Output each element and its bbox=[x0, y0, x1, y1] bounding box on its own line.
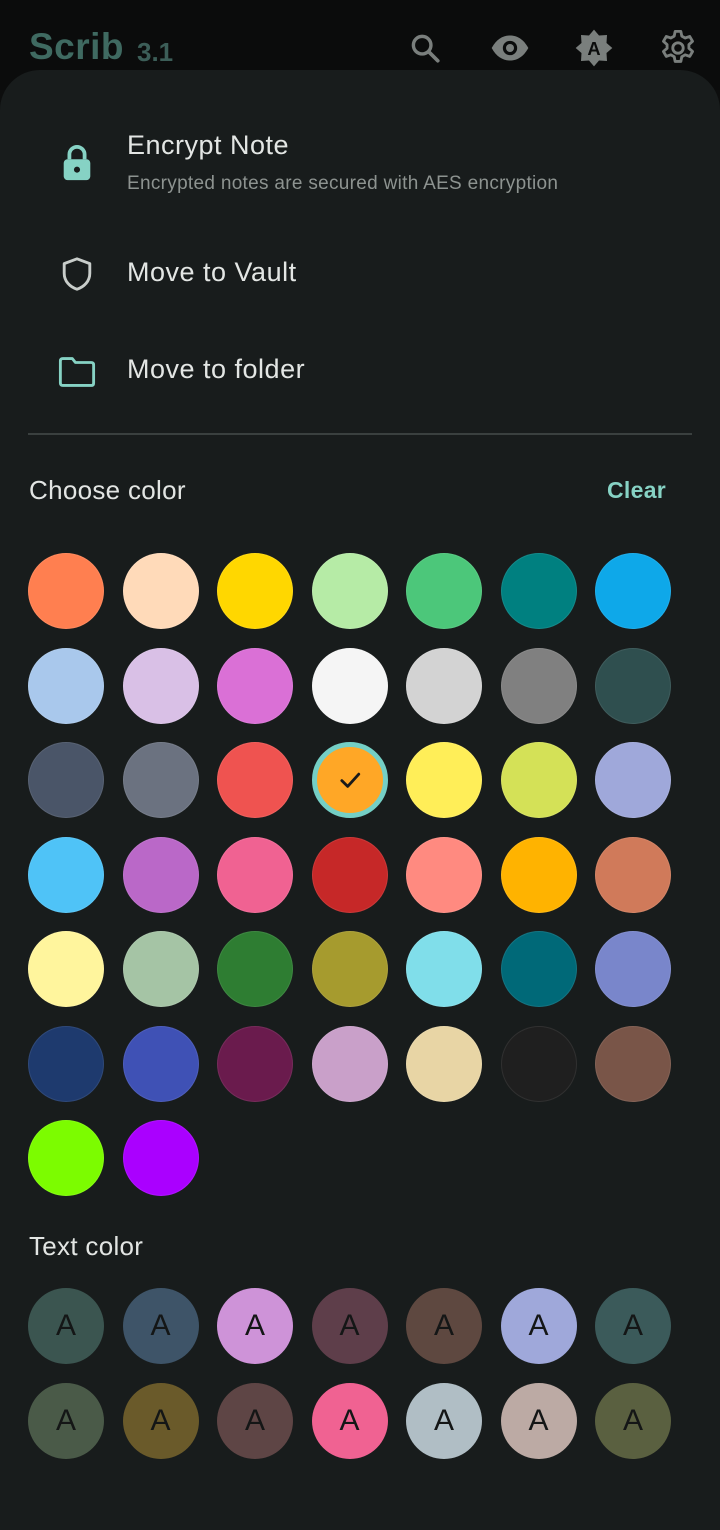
color-swatch[interactable] bbox=[28, 931, 104, 1007]
color-swatch[interactable] bbox=[28, 836, 104, 913]
text-color-title: Text color bbox=[29, 1231, 144, 1261]
text-color-swatch[interactable]: A bbox=[122, 1288, 199, 1364]
text-color-glyph: A bbox=[244, 1309, 265, 1342]
color-swatch[interactable] bbox=[311, 1025, 388, 1102]
color-swatch[interactable] bbox=[500, 553, 577, 629]
color-swatch[interactable] bbox=[311, 836, 388, 913]
color-swatch[interactable] bbox=[217, 1025, 293, 1102]
color-swatch[interactable] bbox=[28, 553, 104, 629]
text-color-glyph: A bbox=[433, 1403, 454, 1437]
color-swatch[interactable] bbox=[500, 742, 577, 818]
color-swatch[interactable] bbox=[28, 1025, 104, 1102]
text-color-swatch[interactable]: A bbox=[406, 1382, 482, 1459]
text-color-glyph: A bbox=[150, 1309, 171, 1342]
folder-icon bbox=[56, 351, 98, 393]
text-color-glyph: A bbox=[528, 1309, 549, 1342]
app-title: Scrib bbox=[29, 26, 125, 67]
color-swatch[interactable] bbox=[500, 931, 577, 1007]
auto-brightness-icon[interactable]: A bbox=[574, 28, 614, 68]
color-swatch[interactable] bbox=[217, 931, 293, 1007]
encrypt-note-label: Encrypt Note bbox=[127, 130, 290, 160]
move-to-folder-label: Move to folder bbox=[127, 354, 306, 384]
lock-icon bbox=[56, 142, 98, 184]
color-swatch[interactable] bbox=[28, 647, 104, 724]
color-swatch[interactable] bbox=[122, 647, 199, 724]
text-color-swatch[interactable]: A bbox=[500, 1382, 577, 1459]
encrypt-note-subtitle: Encrypted notes are secured with AES enc… bbox=[127, 173, 559, 194]
color-swatch[interactable] bbox=[122, 836, 199, 913]
color-swatch[interactable] bbox=[406, 553, 482, 629]
text-color-glyph: A bbox=[622, 1309, 643, 1342]
color-swatch[interactable] bbox=[500, 647, 577, 724]
color-swatch[interactable] bbox=[595, 553, 671, 629]
text-color-swatch[interactable]: A bbox=[28, 1382, 104, 1459]
text-color-glyph: A bbox=[150, 1403, 171, 1437]
color-swatch[interactable] bbox=[406, 836, 482, 913]
color-swatch[interactable] bbox=[406, 1025, 482, 1102]
divider bbox=[28, 433, 692, 435]
color-swatch[interactable] bbox=[500, 836, 577, 913]
text-color-glyph: A bbox=[339, 1403, 360, 1437]
color-swatch[interactable] bbox=[311, 742, 388, 818]
color-swatch[interactable] bbox=[406, 647, 482, 724]
move-to-vault-item[interactable]: Move to Vault bbox=[0, 245, 720, 305]
color-swatch[interactable] bbox=[217, 836, 293, 913]
color-swatch[interactable] bbox=[217, 647, 293, 724]
check-icon bbox=[317, 747, 383, 813]
text-color-glyph: A bbox=[55, 1309, 76, 1342]
color-swatch[interactable] bbox=[406, 742, 482, 818]
text-color-glyph: A bbox=[339, 1309, 360, 1342]
app-version: 3.1 bbox=[137, 37, 174, 67]
text-color-swatch[interactable]: A bbox=[311, 1288, 388, 1364]
shield-icon bbox=[56, 253, 98, 295]
text-color-glyph: A bbox=[528, 1403, 549, 1437]
svg-text:A: A bbox=[587, 38, 600, 59]
color-swatch[interactable] bbox=[595, 1025, 671, 1102]
encrypt-note-item[interactable]: Encrypt Note Encrypted notes are secured… bbox=[0, 120, 720, 210]
color-swatch[interactable] bbox=[122, 1025, 199, 1102]
color-swatch[interactable] bbox=[28, 742, 104, 818]
text-color-swatch[interactable]: A bbox=[311, 1382, 388, 1459]
text-color-swatch[interactable]: A bbox=[595, 1288, 671, 1364]
color-swatch[interactable] bbox=[595, 742, 671, 818]
color-swatch[interactable] bbox=[595, 647, 671, 724]
search-icon[interactable] bbox=[405, 28, 445, 68]
color-swatch[interactable] bbox=[500, 1025, 577, 1102]
move-to-vault-label: Move to Vault bbox=[127, 257, 297, 287]
color-swatch[interactable] bbox=[311, 553, 388, 629]
color-swatch[interactable] bbox=[595, 836, 671, 913]
color-swatch[interactable] bbox=[122, 1120, 199, 1196]
color-swatch[interactable] bbox=[217, 553, 293, 629]
text-color-swatch[interactable]: A bbox=[406, 1288, 482, 1364]
text-color-swatch[interactable]: A bbox=[217, 1288, 293, 1364]
color-swatch[interactable] bbox=[122, 931, 199, 1007]
choose-color-title: Choose color bbox=[29, 475, 186, 505]
color-swatch[interactable] bbox=[406, 931, 482, 1007]
gear-icon[interactable] bbox=[658, 28, 698, 68]
text-color-swatch[interactable]: A bbox=[500, 1288, 577, 1364]
text-color-swatch[interactable]: A bbox=[595, 1382, 671, 1459]
text-color-glyph: A bbox=[55, 1403, 76, 1437]
text-color-glyph: A bbox=[244, 1403, 265, 1437]
color-swatch[interactable] bbox=[122, 742, 199, 818]
color-swatch[interactable] bbox=[595, 931, 671, 1007]
color-swatch[interactable] bbox=[122, 553, 199, 629]
text-color-glyph: A bbox=[433, 1309, 454, 1342]
color-swatch[interactable] bbox=[311, 931, 388, 1007]
color-swatch[interactable] bbox=[311, 647, 388, 724]
text-color-swatch[interactable]: A bbox=[122, 1382, 199, 1459]
eye-icon[interactable] bbox=[490, 28, 530, 68]
text-color-swatch[interactable]: A bbox=[217, 1382, 293, 1459]
clear-button[interactable]: Clear bbox=[607, 477, 666, 504]
color-swatch[interactable] bbox=[28, 1120, 104, 1196]
color-swatch[interactable] bbox=[217, 742, 293, 818]
text-color-swatch[interactable]: A bbox=[28, 1288, 104, 1364]
move-to-folder-item[interactable]: Move to folder bbox=[0, 342, 720, 402]
text-color-glyph: A bbox=[622, 1403, 643, 1437]
